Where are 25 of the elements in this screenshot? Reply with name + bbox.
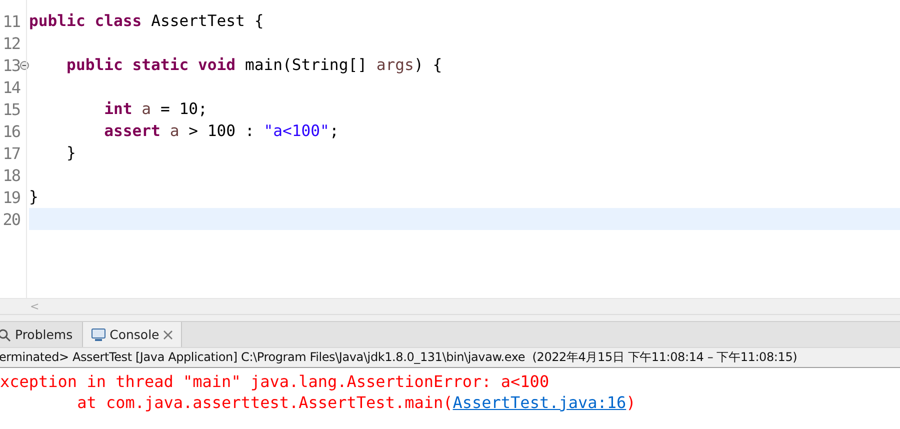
line-number: 14: [2, 78, 20, 96]
line-number: 17: [2, 144, 20, 162]
line-number: 13: [2, 56, 20, 74]
console-output-line: xception in thread "main" java.lang.AssertionError: a<100: [0, 372, 550, 391]
view-tab[interactable]: Problems: [0, 322, 82, 347]
process-status: erminated> AssertTest [Java Application] C:\Program Files\Java\jdk1.8.0_131\bin\javaw.exe (2022年4月15日 下午11:08:14 – 下午11:08:15): [0, 349, 798, 366]
code-line: public class AssertTest {: [29, 12, 264, 30]
line-number: 11: [2, 12, 20, 30]
code-line: assert a > 100 : "a<100";: [103, 122, 339, 140]
problems-icon: [0, 328, 11, 342]
line-number: 15: [2, 100, 20, 118]
code-line: }: [29, 188, 38, 206]
code-line: }: [66, 144, 76, 162]
line-number: 20: [2, 210, 20, 228]
monitor-icon: [90, 328, 106, 342]
line-number: 12: [2, 34, 20, 52]
line-number: 16: [2, 122, 20, 140]
close-icon[interactable]: [163, 330, 174, 340]
source-link[interactable]: AssertTest.java:16: [452, 393, 626, 412]
line-number: 18: [2, 166, 20, 184]
console-output-line: at com.java.asserttest.AssertTest.main(AssertTest.java:16): [76, 393, 636, 412]
view-tab[interactable]: Console: [82, 322, 182, 347]
code-line: int a = 10;: [103, 100, 208, 118]
code-line: public static void main(String[] args) {: [66, 56, 442, 74]
line-number: 19: [2, 188, 20, 206]
